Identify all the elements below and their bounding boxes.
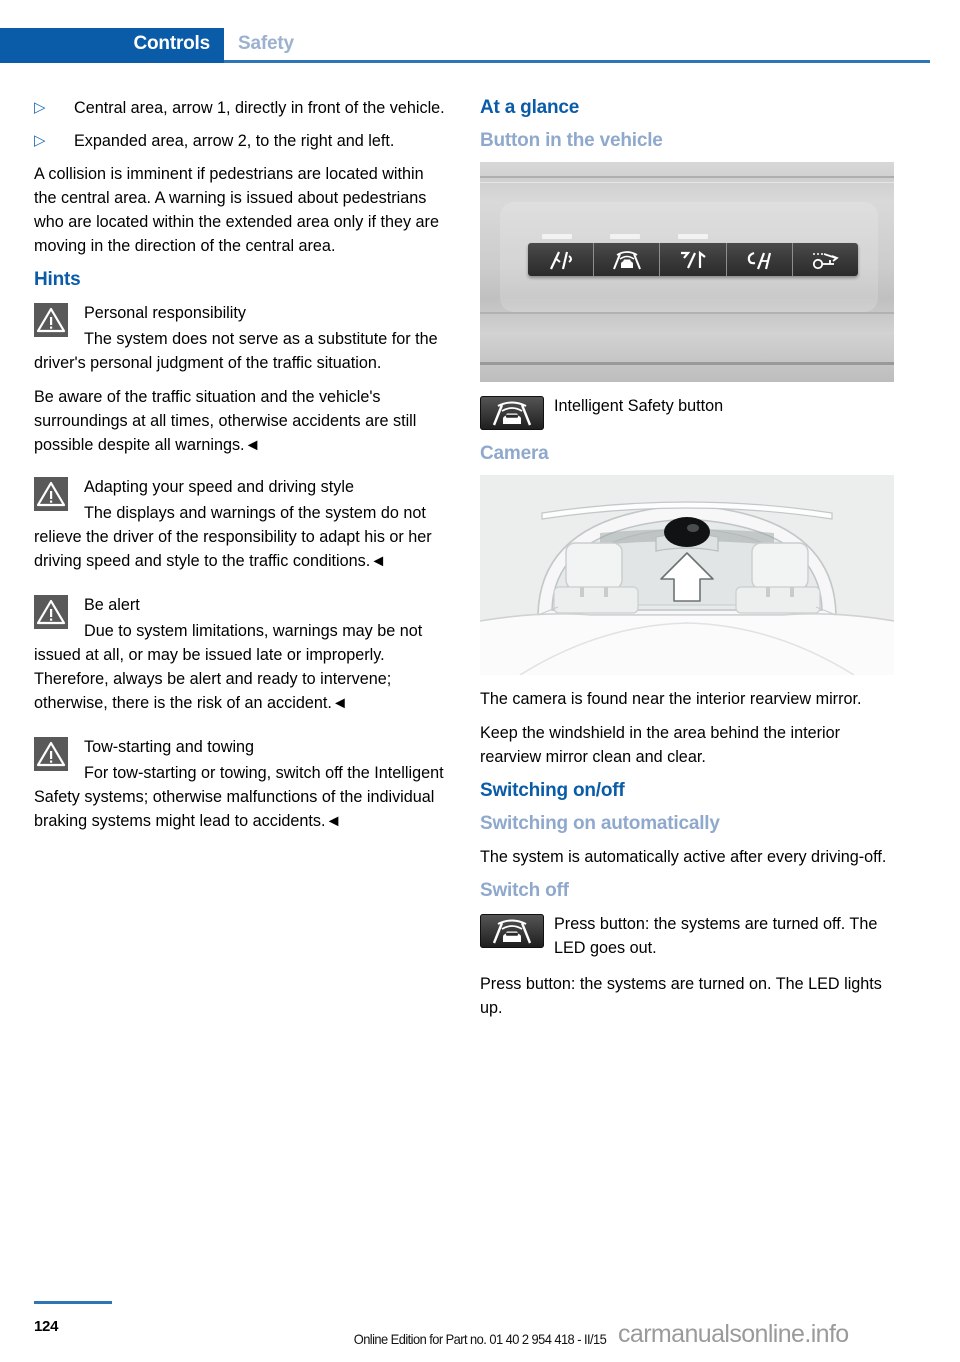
intelligent-safety-button[interactable] (594, 243, 661, 276)
warning-triangle-icon (34, 477, 68, 511)
button-in-vehicle-heading: Button in the vehicle (480, 130, 663, 151)
tab-safety[interactable]: Safety (238, 28, 294, 60)
triangle-bullet-icon: ▷ (34, 132, 46, 149)
warning-title: Be alert (84, 596, 140, 614)
switch-on-text: Press button: the systems are turned on.… (480, 975, 882, 1017)
warning-title: Adapting your speed and driving style (84, 478, 354, 496)
warning-title: Personal responsibility (84, 304, 246, 322)
switching-on-automatically-heading: Switching on automatically (480, 813, 720, 834)
list-item-text: Expanded area, arrow 2, to the right and… (74, 132, 395, 150)
led-indicator (542, 234, 572, 239)
high-beam-assistant-button[interactable] (727, 243, 793, 276)
list-item: ▷ Expanded area, arrow 2, to the right a… (34, 129, 448, 153)
switching-on-automatically-text: The system is automatically active after… (480, 848, 887, 866)
warning-body: For tow-starting or towing, switch off t… (34, 764, 444, 830)
warning-body: Due to system limitations, warnings may … (34, 622, 423, 712)
page-header: Controls Safety (0, 28, 960, 60)
hints-heading: Hints (34, 269, 81, 290)
warning-block: Be alert Due to system limitations, warn… (34, 593, 448, 715)
intelligent-safety-caption: Intelligent Safety button (554, 397, 724, 415)
camera-paragraph-1: The camera is found near the interior re… (480, 690, 862, 708)
left-column: ▷ Central area, arrow 1, directly in fro… (34, 96, 448, 851)
footer-divider-rule (34, 1301, 112, 1304)
header-divider-rule-active (0, 60, 224, 63)
warning-title: Tow-starting and towing (84, 738, 255, 756)
intelligent-safety-button-icon (480, 396, 544, 430)
warning-body: The system does not serve as a substitut… (34, 330, 438, 372)
list-item-text: Central area, arrow 1, directly in front… (74, 99, 445, 117)
warning-block: Adapting your speed and driving style Th… (34, 475, 448, 573)
switch-off-row: Press button: the systems are turned off… (480, 912, 894, 960)
warning-body-secondary: Be aware of the traffic situation and th… (34, 388, 417, 454)
intelligent-safety-button-icon (480, 914, 544, 948)
camera-heading: Camera (480, 443, 549, 464)
warning-triangle-icon (34, 737, 68, 771)
site-watermark: carmanualsonline.info (618, 1320, 849, 1348)
list-item: ▷ Central area, arrow 1, directly in fro… (34, 96, 448, 120)
intro-paragraph: A collision is imminent if pedestrians a… (34, 165, 439, 255)
led-indicator (610, 234, 640, 239)
windshield-camera-illustration (480, 475, 894, 675)
at-a-glance-heading: At a glance (480, 97, 580, 118)
switch-off-heading: Switch off (480, 880, 569, 901)
right-column: At a glance Button in the vehicle Intell… (480, 96, 894, 1030)
warning-block: Tow-starting and towing For tow-starting… (34, 735, 448, 833)
tab-controls[interactable]: Controls (0, 28, 224, 60)
lane-change-warning-button[interactable] (660, 243, 727, 276)
lane-departure-warning-button[interactable] (528, 243, 595, 276)
triangle-bullet-icon: ▷ (34, 99, 46, 116)
vehicle-button-panel-photo (480, 162, 894, 382)
warning-triangle-icon (34, 595, 68, 629)
night-vision-button[interactable] (793, 243, 858, 276)
intelligent-safety-button-row[interactable] (528, 243, 858, 276)
switch-off-text: Press button: the systems are turned off… (554, 915, 878, 957)
warning-triangle-icon (34, 303, 68, 337)
warning-block: Personal responsibility The system does … (34, 301, 448, 457)
intelligent-safety-caption-row: Intelligent Safety button (480, 394, 894, 430)
switching-on-off-heading: Switching on/off (480, 780, 625, 801)
camera-paragraph-2: Keep the windshield in the area behind t… (480, 724, 840, 766)
led-indicator (678, 234, 708, 239)
warning-body: The displays and warnings of the system … (34, 504, 432, 570)
